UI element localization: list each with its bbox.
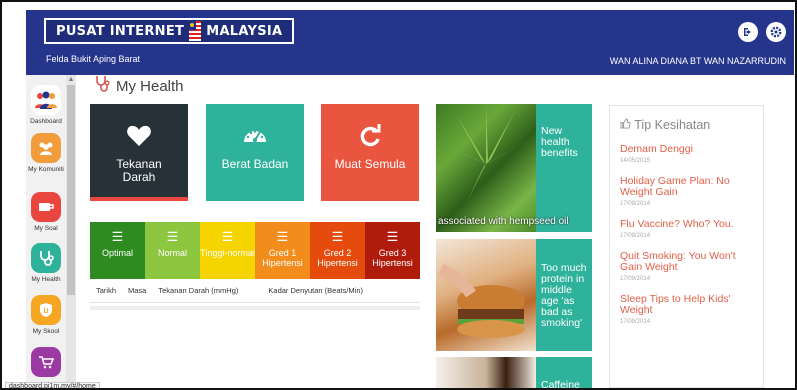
muat-semula-tile[interactable]: Muat Semula (321, 104, 419, 201)
user-name: WAN ALINA DIANA BT WAN NAZARRUDIN (609, 56, 786, 66)
sidebar-item-my-soal[interactable]: My Soal (26, 192, 66, 233)
legend-normal: ☰ Normal (145, 222, 200, 279)
sidebar-item-dashboard[interactable]: Dashboard (26, 85, 66, 126)
tips-heading-text: Tip Kesihatan (634, 118, 711, 132)
stethoscope-icon (31, 243, 61, 273)
tip-item[interactable]: Holiday Game Plan: No Weight Gain 17/09/2… (620, 176, 753, 208)
legend-label: Tinggi-normal (200, 248, 255, 258)
grid-icon: ☰ (166, 229, 179, 244)
stethoscope-icon (94, 75, 110, 98)
location-label: Felda Bukit Aping Barat (46, 54, 141, 64)
tip-title[interactable]: Quit Smoking: You Won't Gain Weight (620, 251, 753, 273)
legend-gred-1: ☰ Gred 1 Hipertensi (255, 222, 310, 279)
sidebar-item-label: My Health (31, 276, 61, 283)
burger-image[interactable] (436, 239, 536, 351)
tip-title[interactable]: Sleep Tips to Help Kids' Weight (620, 294, 753, 316)
tile-label: Tekanan Darah (116, 157, 162, 184)
tip-date: 17/09/2014 (620, 276, 651, 282)
malaysia-flag-icon (189, 21, 202, 41)
browser-status-bar: dashboard.pi1m.my/#/home (5, 382, 100, 388)
legend-gred-3: ☰ Gred 3 Hipertensi (365, 222, 420, 279)
berat-badan-tile[interactable]: Berat Badan (206, 104, 304, 201)
logo-text-left: PUSAT INTERNET (56, 23, 185, 39)
tip-date: 14/05/2015 (620, 158, 651, 164)
tips-heading: Tip Kesihatan (620, 118, 753, 132)
scroll-up-icon[interactable]: ▲ (66, 75, 76, 84)
column-header: Tekanan Darah (mmHg) (158, 286, 239, 295)
tip-date: 17/09/2014 (620, 319, 651, 325)
column-header: Tarikh (96, 286, 117, 295)
question-icon (31, 192, 61, 222)
page-title: My Health (94, 75, 184, 98)
tip-title[interactable]: Holiday Game Plan: No Weight Gain (620, 176, 753, 198)
legend-optimal: ☰ Optimal (90, 222, 145, 279)
heart-icon (90, 124, 188, 154)
tip-item[interactable]: Sleep Tips to Help Kids' Weight 17/09/201… (620, 294, 753, 326)
tile-label: Berat Badan (221, 157, 289, 171)
sidebar-item-shop[interactable] (26, 347, 66, 377)
news-item-caffeine[interactable]: Caffeine (536, 357, 592, 388)
community-icon (31, 133, 61, 163)
hemp-leaf-illustration (441, 104, 531, 204)
tekanan-darah-tile[interactable]: Tekanan Darah (90, 104, 188, 201)
shield-icon: U (31, 295, 61, 325)
column-header: Kadar Denyutan (Beats/Min) (268, 286, 364, 295)
tip-title[interactable]: Demam Denggi (620, 144, 753, 155)
hemp-leaf-image[interactable] (436, 104, 536, 232)
sidebar-item-label: My Komuniti (28, 166, 64, 173)
grid-icon: ☰ (331, 229, 344, 244)
burger-illustration (438, 263, 525, 338)
tile-label: Muat Semula (334, 157, 406, 171)
grid-icon: ☰ (111, 229, 124, 244)
refresh-icon (321, 124, 419, 154)
scrollbar-thumb[interactable] (67, 85, 75, 295)
sidebar-item-label: My Skool (32, 328, 60, 335)
tip-item[interactable]: Demam Denggi 14/05/2015 (620, 144, 753, 165)
grid-icon: ☰ (386, 229, 399, 244)
sidebar-item-my-komuniti[interactable]: My Komuniti (26, 133, 66, 174)
people-group-icon (31, 85, 61, 115)
legend-label: Optimal (101, 248, 133, 258)
table-header: Tarikh Masa Tekanan Darah (mmHg) Kadar D… (90, 279, 420, 303)
gauge-icon (206, 124, 304, 154)
logout-button[interactable] (738, 22, 758, 42)
blood-pressure-legend: ☰ Optimal ☰ Normal ☰ Tinggi-normal ☰ Gred 1 … (90, 222, 420, 310)
tip-kesihatan-panel: Tip Kesihatan Demam Denggi 14/05/2015 Hol… (609, 105, 764, 388)
sidebar-nav: ▲ Dashboard My Komuniti My Soal My Healt… (26, 75, 76, 385)
legend-tinggi-normal: ☰ Tinggi-normal (200, 222, 255, 279)
news-item-hempseed[interactable]: New health benefits (536, 104, 592, 232)
tip-title[interactable]: Flu Vaccine? Who? You. (620, 219, 753, 230)
tip-date: 17/09/2014 (620, 201, 651, 207)
sidebar-item-my-skool[interactable]: U My Skool (26, 295, 66, 336)
grid-icon: ☰ (221, 229, 234, 244)
coffee-image[interactable] (436, 357, 536, 388)
news-item-protein[interactable]: Too much protein in middle age 'as bad a… (536, 239, 592, 351)
legend-label: Normal (157, 248, 187, 258)
browser-viewport: PUSAT INTERNET MALAYSIA Felda Bukit Apin… (0, 0, 797, 390)
page-title-text: My Health (116, 78, 184, 95)
grid-icon: ☰ (276, 229, 289, 244)
sidebar-item-label: Dashboard (30, 118, 62, 125)
column-header: Masa (128, 286, 147, 295)
cart-icon (31, 347, 61, 377)
news-caption: associated with hempseed oil (438, 216, 569, 227)
sidebar-item-my-health[interactable]: My Health (26, 243, 66, 284)
tip-date: 17/09/2014 (620, 233, 651, 239)
settings-button[interactable] (766, 22, 786, 42)
sidebar-item-label: My Soal (34, 225, 58, 232)
logo-text-right: MALAYSIA (206, 23, 283, 39)
top-header: PUSAT INTERNET MALAYSIA Felda Bukit Apin… (26, 10, 794, 75)
legend-label: Gred 2 Hipertensi (317, 248, 358, 268)
legend-label: Gred 3 Hipertensi (372, 248, 413, 268)
pusat-internet-logo[interactable]: PUSAT INTERNET MALAYSIA (44, 18, 295, 44)
legend-gred-2: ☰ Gred 2 Hipertensi (310, 222, 365, 279)
logout-icon (744, 28, 751, 36)
legend-label: Gred 1 Hipertensi (262, 248, 303, 268)
sidebar-scrollbar[interactable]: ▲ (66, 75, 76, 385)
svg-text:U: U (43, 308, 48, 315)
gear-icon (770, 26, 782, 38)
tip-item[interactable]: Flu Vaccine? Who? You. 17/09/2014 (620, 219, 753, 240)
thumbs-up-icon (620, 118, 634, 132)
tip-item[interactable]: Quit Smoking: You Won't Gain Weight 17/09… (620, 251, 753, 283)
